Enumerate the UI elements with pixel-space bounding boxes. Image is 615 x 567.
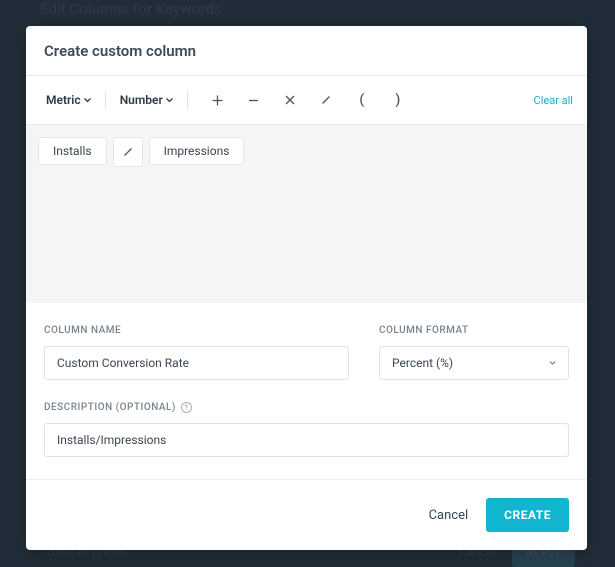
create-button[interactable]: CREATE (486, 498, 569, 532)
column-format-label: COLUMN FORMAT (379, 325, 569, 336)
divider (105, 91, 106, 109)
column-name-label: COLUMN NAME (44, 325, 349, 336)
metric-dropdown-label: Metric (46, 93, 81, 107)
chevron-down-icon (166, 97, 173, 104)
cancel-button[interactable]: Cancel (429, 508, 469, 523)
metric-dropdown[interactable]: Metric (40, 89, 97, 111)
plus-operator-button[interactable] (200, 86, 236, 114)
chevron-down-icon (549, 360, 556, 367)
number-dropdown[interactable]: Number (114, 89, 179, 111)
multiply-icon (284, 94, 296, 106)
column-name-field: COLUMN NAME (44, 325, 349, 380)
divide-icon (122, 146, 134, 158)
close-paren-button[interactable]: ) (380, 86, 416, 114)
operator-chip-divide[interactable] (113, 137, 143, 167)
column-name-input[interactable] (44, 346, 349, 380)
plus-icon (211, 94, 224, 107)
form-row: COLUMN NAME COLUMN FORMAT Percent (%) (26, 303, 587, 386)
formula-canvas[interactable]: Installs Impressions (26, 125, 587, 303)
create-column-modal: Create custom column Metric Number (26, 26, 587, 550)
divider (187, 91, 188, 109)
open-paren-button[interactable]: ( (344, 86, 380, 114)
operator-group: ( ) (200, 86, 416, 114)
divide-operator-button[interactable] (308, 86, 344, 114)
column-format-select[interactable]: Percent (%) (379, 346, 569, 380)
multiply-operator-button[interactable] (272, 86, 308, 114)
divide-icon (320, 94, 332, 106)
description-label: DESCRIPTION (OPTIONAL) ? (44, 402, 569, 413)
info-icon[interactable]: ? (181, 402, 192, 413)
metric-chip-installs[interactable]: Installs (38, 137, 107, 165)
column-format-field: COLUMN FORMAT Percent (%) (379, 325, 569, 380)
number-dropdown-label: Number (120, 93, 163, 107)
modal-header: Create custom column (26, 26, 587, 76)
clear-all-button[interactable]: Clear all (534, 94, 573, 107)
formula-toolbar: Metric Number ( (26, 76, 587, 125)
metric-chip-impressions[interactable]: Impressions (149, 137, 245, 165)
modal-title: Create custom column (44, 42, 569, 60)
chevron-down-icon (84, 97, 91, 104)
column-format-value: Percent (%) (392, 356, 453, 370)
minus-operator-button[interactable] (236, 86, 272, 114)
description-section: DESCRIPTION (OPTIONAL) ? (26, 386, 587, 479)
description-input[interactable] (44, 423, 569, 457)
minus-icon (247, 94, 260, 107)
modal-footer: Cancel CREATE (26, 479, 587, 550)
description-label-text: DESCRIPTION (OPTIONAL) (44, 402, 176, 413)
